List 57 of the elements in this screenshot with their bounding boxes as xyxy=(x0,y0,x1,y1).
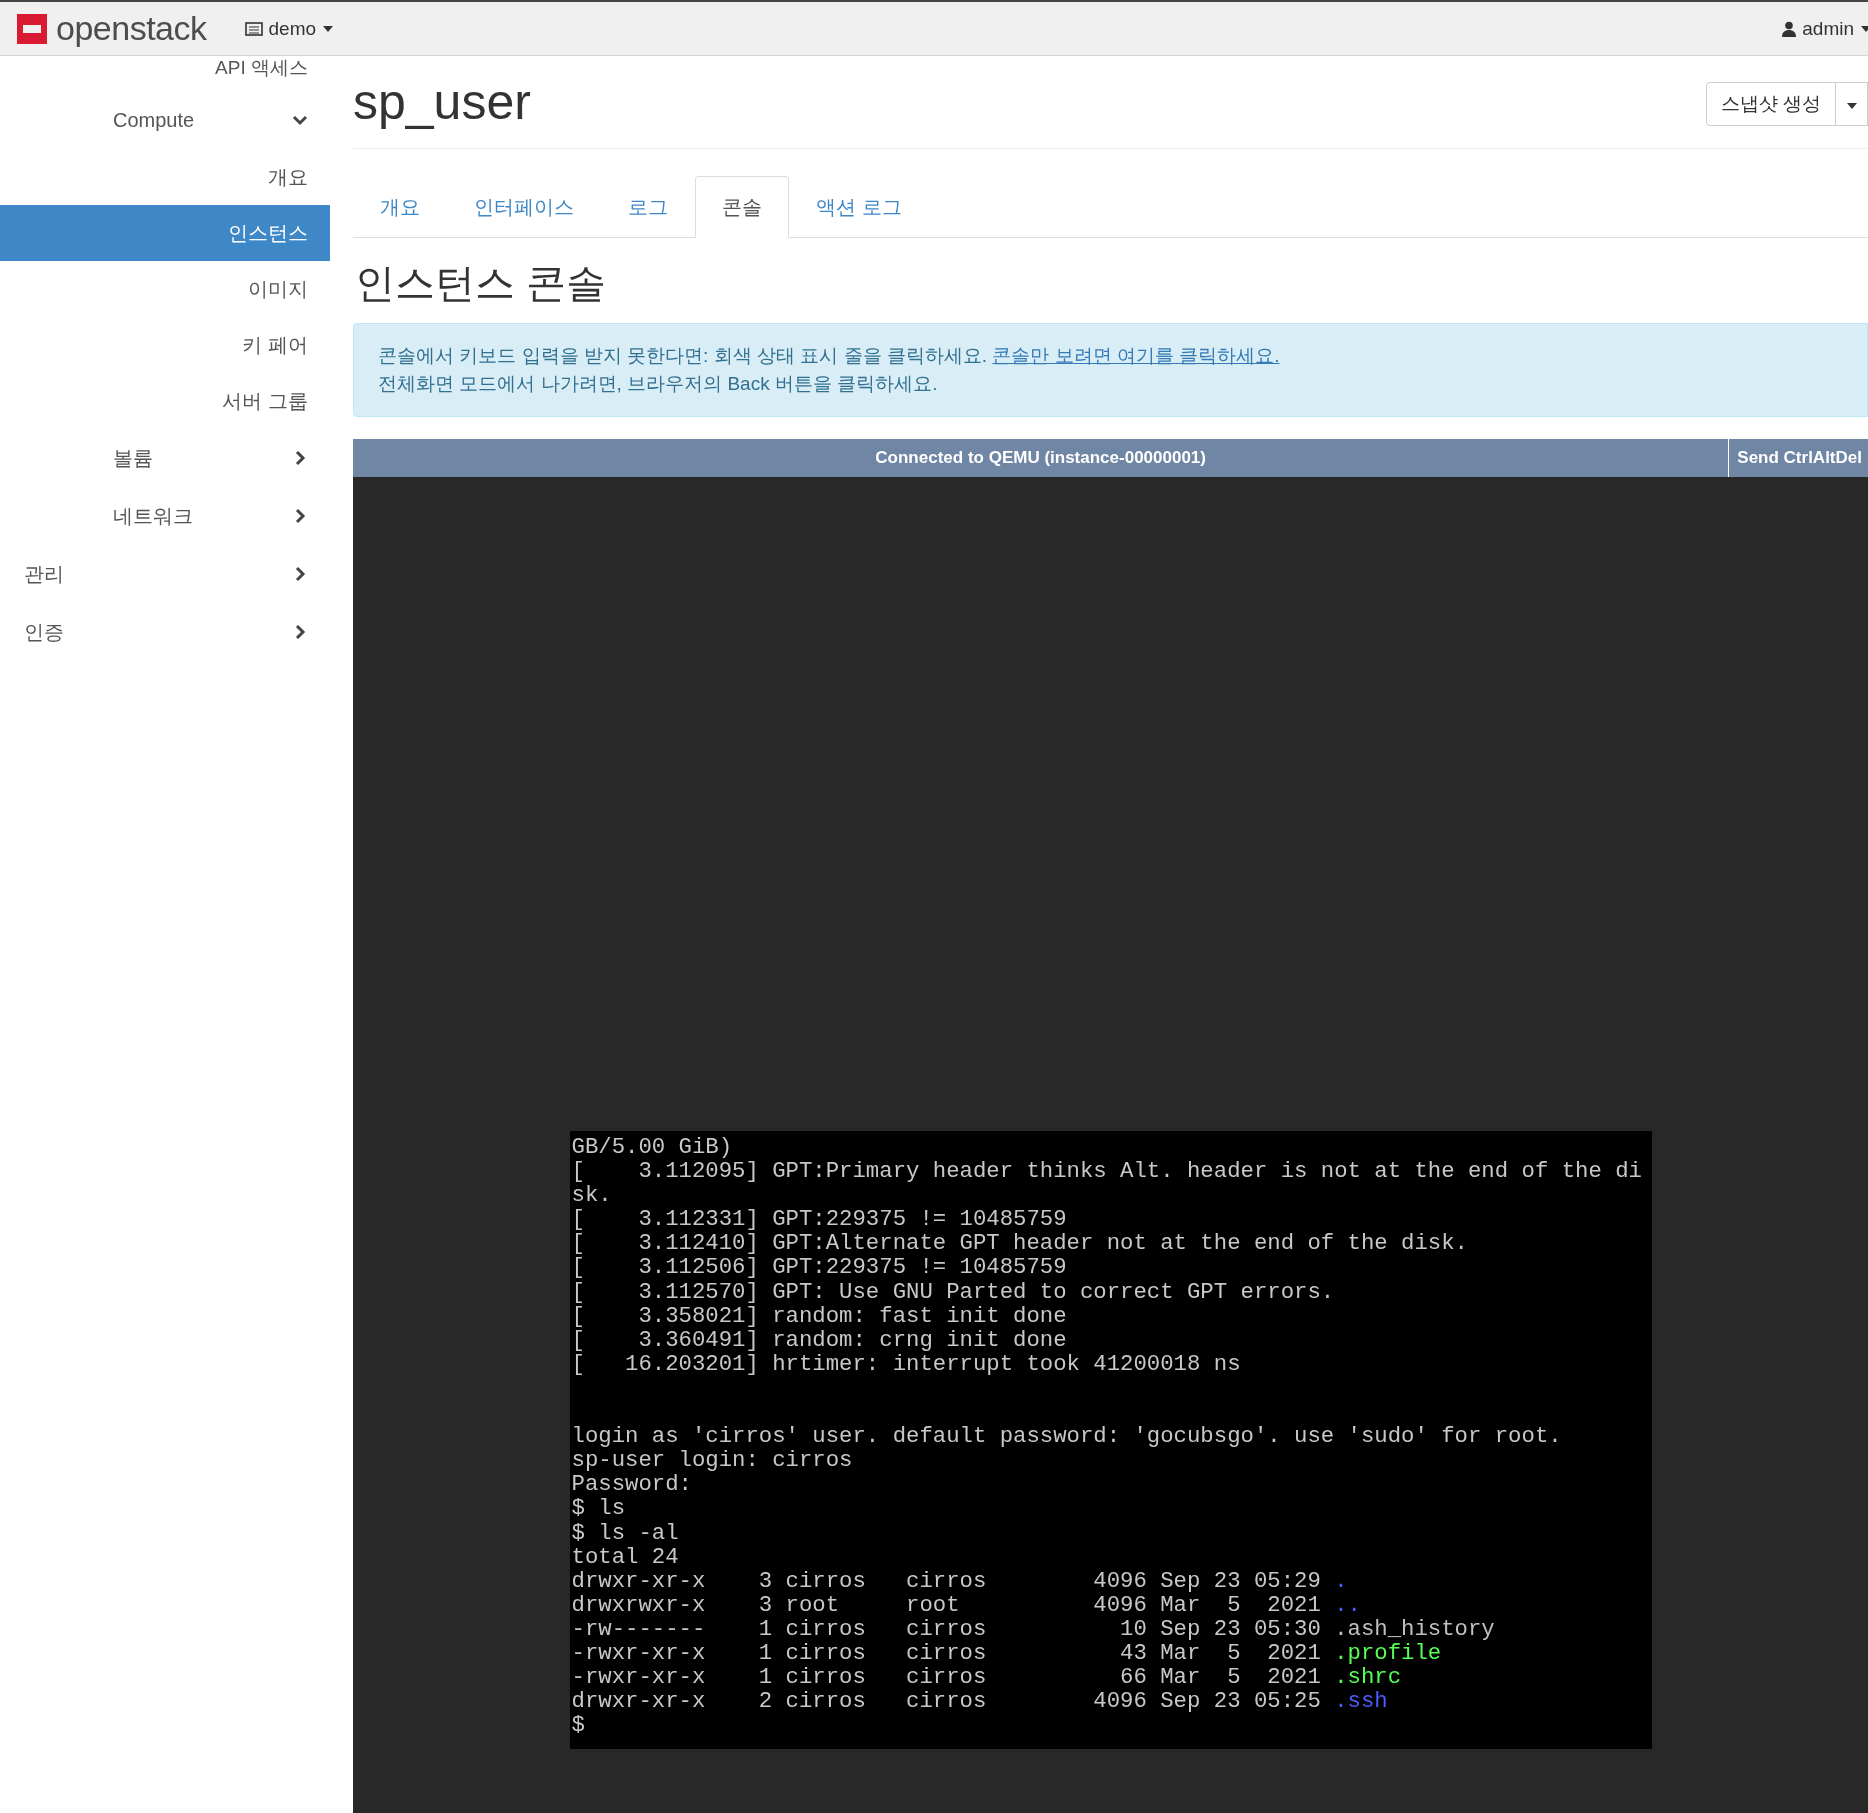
terminal-line: [ 3.112331] GPT:229375 != 10485759 xyxy=(571,1207,1068,1232)
terminal-line: login as 'cirros' user. default password: 'gocubsgo'. use 'sudo' for root. xyxy=(571,1424,1563,1449)
alert-text: 콘솔에서 키보드 입력을 받지 못한다면: 회색 상태 표시 줄을 클릭하세요. 콘솔만 보려면 여기를 클릭하세요. xyxy=(378,344,1281,368)
terminal-line: drwxr-xr-x 3 cirros cirros 4096 Sep 23 05:29 . xyxy=(571,1568,1349,1593)
sidebar-item[interactable]: 키 페어 xyxy=(0,317,330,373)
list-icon xyxy=(244,21,263,36)
create-snapshot-button[interactable]: 스냅샷 생성 xyxy=(1705,82,1836,126)
user-dropdown[interactable]: admin xyxy=(1774,11,1868,46)
terminal-line: drwxr-xr-x 2 cirros cirros 4096 Sep 23 05:25 .ssh xyxy=(571,1689,1389,1714)
terminal-line: total 24 xyxy=(571,1544,680,1569)
sidebar-item[interactable]: Compute xyxy=(0,91,330,149)
section-title: 인스턴스 콘솔 xyxy=(355,260,608,307)
user-icon xyxy=(1782,20,1797,37)
connection-status: Connected to QEMU (instance-00000001) xyxy=(874,448,1207,468)
terminal-line: $ ls -al xyxy=(571,1520,680,1545)
tab[interactable]: 콘솔 xyxy=(695,176,789,238)
sidebar-item[interactable]: 인증 xyxy=(0,603,330,661)
terminal-line: $ ls xyxy=(571,1496,627,1521)
terminal-line: -rwxr-xr-x 1 cirros cirros 43 Mar 5 2021 .profile xyxy=(571,1640,1442,1666)
terminal-line: [ 3.112570] GPT: Use GNU Parted to correct GPT errors. xyxy=(571,1279,1336,1304)
actions-dropdown-button[interactable] xyxy=(1836,82,1868,126)
terminal-line: GB/5.00 GiB) xyxy=(571,1135,734,1160)
terminal-line: sk. xyxy=(571,1183,613,1208)
sidebar-item[interactable]: 인스턴스 xyxy=(0,205,330,261)
terminal-line: [ 3.112095] GPT:Primary header thinks Alt. header is not at the end of the di xyxy=(571,1159,1643,1184)
console-status-bar[interactable]: Connected to QEMU (instance-00000001) Send CtrlAltDel xyxy=(353,439,1868,477)
sidebar-item[interactable]: 관리 xyxy=(0,545,330,603)
console-only-link[interactable]: 콘솔만 보려면 여기를 클릭하세요. xyxy=(992,345,1280,366)
tab[interactable]: 로그 xyxy=(601,176,695,238)
sidebar-item[interactable]: 이미지 xyxy=(0,261,330,317)
terminal-line: [ 3.112410] GPT:Alternate GPT header not at the end of the disk. xyxy=(571,1231,1469,1256)
caret-icon xyxy=(1846,102,1857,109)
terminal-line: [ 3.112506] GPT:229375 != 10485759 xyxy=(571,1255,1068,1280)
sidebar-item[interactable]: 네트워크 xyxy=(0,487,330,545)
tab[interactable]: 인터페이스 xyxy=(447,176,601,238)
terminal-line: -rwxr-xr-x 1 cirros cirros 66 Mar 5 2021 .shrc xyxy=(571,1665,1403,1690)
logo-text[interactable]: openstack xyxy=(56,9,207,48)
terminal-line: [ 3.360491] random: crng init done xyxy=(571,1327,1068,1352)
sidebar-item[interactable]: API 액세스 xyxy=(0,56,330,80)
sidebar-item[interactable]: 개요 xyxy=(0,149,330,205)
terminal-line: $ xyxy=(571,1713,586,1738)
alert-text: 전체화면 모드에서 나가려면, 브라우저의 Back 버튼을 클릭하세요. xyxy=(378,372,939,396)
terminal-line: [ 3.358021] random: fast init done xyxy=(571,1303,1068,1328)
console-canvas[interactable] xyxy=(353,477,1868,1813)
tab[interactable]: 개요 xyxy=(353,176,447,238)
sidebar-item[interactable]: 볼륨 xyxy=(0,429,330,487)
terminal-line: sp-user login: cirros xyxy=(571,1448,854,1473)
terminal-line: Password: xyxy=(571,1472,693,1497)
terminal-line: drwxrwxr-x 3 root root 4096 Mar 5 2021 .. xyxy=(571,1592,1362,1617)
tab[interactable]: 액션 로그 xyxy=(789,176,929,238)
caret-icon xyxy=(322,24,335,33)
project-dropdown[interactable]: demo xyxy=(236,11,343,46)
terminal-line: [ 16.203201] hrtimer: interrupt took 41200018 ns xyxy=(571,1351,1242,1376)
caret-icon xyxy=(1860,24,1868,33)
terminal-line: -rw------- 1 cirros cirros 10 Sep 23 05:30 .ash_history xyxy=(571,1616,1496,1641)
page-title: sp_user xyxy=(353,73,531,131)
sidebar-item[interactable]: 서버 그룹 xyxy=(0,373,330,429)
